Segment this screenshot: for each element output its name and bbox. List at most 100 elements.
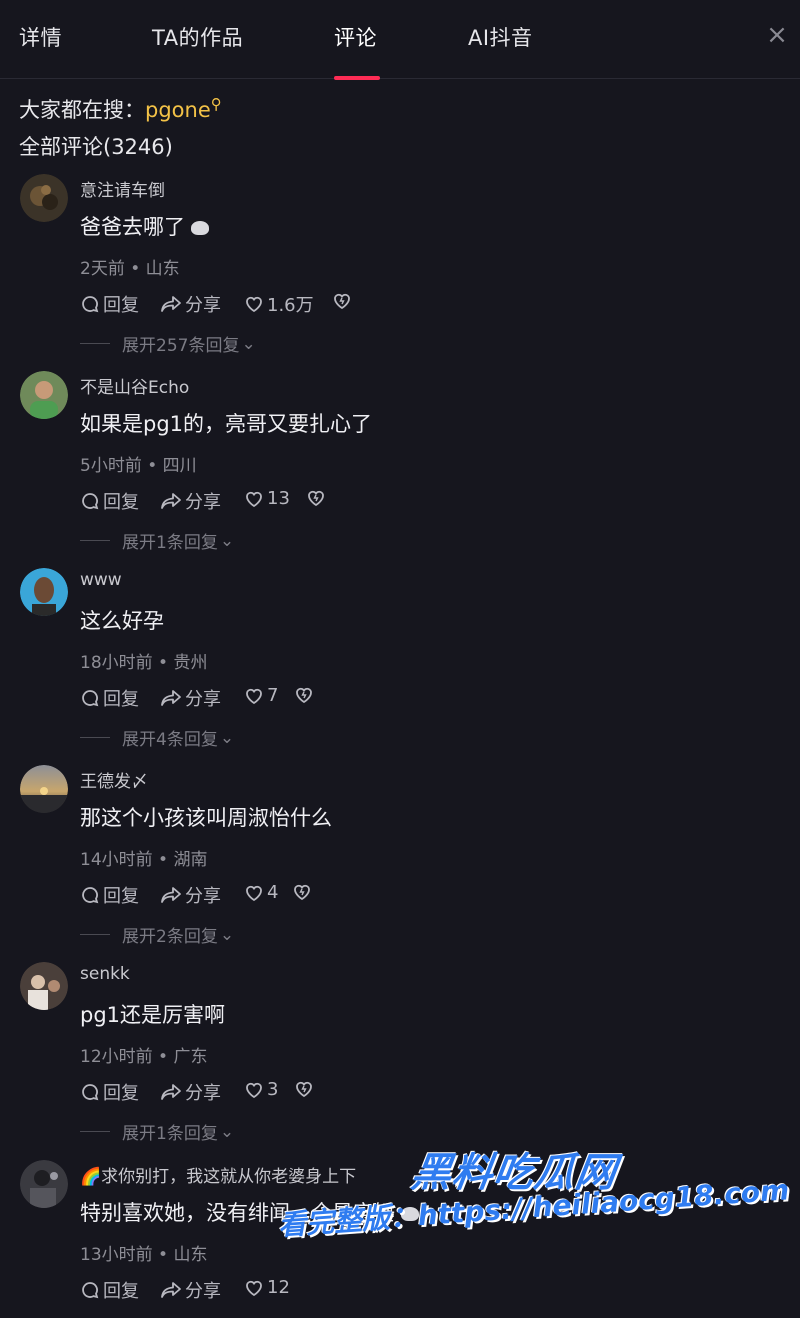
expand-replies[interactable]: 展开1条回复 ⌄ xyxy=(80,528,234,553)
dislike-button[interactable] xyxy=(292,882,315,902)
expand-replies[interactable]: 展开257条回复 ⌄ xyxy=(80,331,256,356)
like-button[interactable]: 13 xyxy=(244,488,290,509)
comment-meta: 13小时前 • 山东 xyxy=(80,1245,208,1265)
divider xyxy=(80,934,110,935)
share-arrow-icon xyxy=(161,690,181,706)
like-button[interactable]: 3 xyxy=(244,1079,278,1100)
comment-meta: 12小时前 • 广东 xyxy=(80,1047,208,1067)
divider xyxy=(80,343,110,344)
comment-item: 王德发〆 那这个小孩该叫周淑怡什么 14小时前 • 湖南 回复 分享 4 展开2… xyxy=(0,765,800,962)
comment-text: 那这个小孩该叫周淑怡什么 xyxy=(80,806,332,830)
avatar[interactable] xyxy=(20,1160,68,1208)
comment-item: www 这么好孕 18小时前 • 贵州 回复 分享 7 展开4条回复 ⌄ xyxy=(0,568,800,765)
avatar[interactable] xyxy=(20,568,68,616)
like-button[interactable]: 4 xyxy=(244,882,278,903)
share-button[interactable]: 分享 xyxy=(160,882,221,908)
avatar[interactable] xyxy=(20,765,68,813)
dislike-button[interactable] xyxy=(294,685,317,705)
share-arrow-icon xyxy=(161,1084,181,1100)
expand-replies[interactable]: 展开2条回复 ⌄ xyxy=(80,922,234,947)
share-button[interactable]: 分享 xyxy=(160,1079,221,1105)
expand-replies-label: 展开257条回复 xyxy=(122,336,240,356)
comment-bubble-icon xyxy=(82,1084,99,1101)
share-arrow-icon xyxy=(161,493,181,509)
share-button[interactable]: 分享 xyxy=(160,1277,221,1303)
expand-replies[interactable]: 展开4条回复 ⌄ xyxy=(80,725,234,750)
active-tab-indicator xyxy=(334,76,380,80)
search-suggestion-keyword[interactable]: pgone xyxy=(145,98,211,122)
comment-bubble-icon xyxy=(82,1282,99,1299)
comment-text: 爸爸去哪了 xyxy=(80,211,209,241)
dislike-button[interactable] xyxy=(306,488,329,508)
broken-heart-icon xyxy=(294,884,310,901)
reply-button[interactable]: 回复 xyxy=(80,488,139,514)
reply-button[interactable]: 回复 xyxy=(80,291,139,317)
reply-label: 回复 xyxy=(103,886,139,907)
expand-replies-label: 展开1条回复 xyxy=(122,1124,218,1144)
heart-icon xyxy=(246,1280,262,1296)
avatar[interactable] xyxy=(20,962,68,1010)
share-label: 分享 xyxy=(185,886,221,907)
comment-item: 不是山谷Echo 如果是pg1的，亮哥又要扎心了 5小时前 • 四川 回复 分享… xyxy=(0,371,800,568)
close-icon[interactable]: × xyxy=(764,22,790,48)
broken-heart-icon xyxy=(296,1081,312,1098)
comment-text: 如果是pg1的，亮哥又要扎心了 xyxy=(80,412,373,436)
comment-bubble-icon xyxy=(82,493,99,510)
reply-button[interactable]: 回复 xyxy=(80,882,139,908)
like-count: 13 xyxy=(267,488,290,509)
share-button[interactable]: 分享 xyxy=(160,488,221,514)
comment-meta: 5小时前 • 四川 xyxy=(80,456,197,476)
like-count: 7 xyxy=(267,685,279,706)
reply-label: 回复 xyxy=(103,1083,139,1104)
like-button[interactable]: 1.6万 xyxy=(244,291,314,317)
chevron-down-icon: ⌄ xyxy=(241,333,256,354)
comment-item: senkk pg1还是厉害啊 12小时前 • 广东 回复 分享 3 展开1条回复… xyxy=(0,962,800,1159)
like-button[interactable]: 7 xyxy=(244,685,278,706)
share-button[interactable]: 分享 xyxy=(160,291,221,317)
heart-icon xyxy=(246,296,262,313)
search-suggestion[interactable]: 大家都在搜：pgone⚲ xyxy=(19,94,222,124)
like-count: 1.6万 xyxy=(267,295,314,316)
chevron-down-icon: ⌄ xyxy=(219,1121,235,1142)
share-button[interactable]: 分享 xyxy=(160,685,221,711)
divider xyxy=(80,1131,110,1132)
dislike-button[interactable] xyxy=(332,291,355,311)
reply-button[interactable]: 回复 xyxy=(80,1277,139,1303)
comment-text-content: 爸爸去哪了 xyxy=(80,215,185,239)
share-arrow-icon xyxy=(161,296,181,312)
like-count: 3 xyxy=(267,1079,279,1100)
comment-meta: 18小时前 • 贵州 xyxy=(80,653,208,673)
tab-ai-douyin[interactable]: AI抖音 xyxy=(468,22,533,52)
search-suggestion-prefix: 大家都在搜： xyxy=(19,98,145,122)
comment-username[interactable]: 不是山谷Echo xyxy=(80,373,189,398)
search-icon[interactable]: ⚲ xyxy=(211,95,222,113)
like-button[interactable]: 12 xyxy=(244,1277,290,1298)
comment-bubble-icon xyxy=(82,296,99,313)
reply-button[interactable]: 回复 xyxy=(80,685,139,711)
comment-username[interactable]: senkk xyxy=(80,964,130,984)
chevron-down-icon: ⌄ xyxy=(219,727,235,748)
comment-username[interactable]: 意注请车倒 xyxy=(80,176,165,201)
comment-bubble-icon xyxy=(82,887,99,904)
tab-details[interactable]: 详情 xyxy=(19,22,62,52)
avatar[interactable] xyxy=(20,371,68,419)
avatar[interactable] xyxy=(20,174,68,222)
expand-replies[interactable]: 展开1条回复 ⌄ xyxy=(80,1119,234,1144)
tab-works[interactable]: TA的作品 xyxy=(152,22,243,52)
divider xyxy=(80,540,110,541)
comment-username[interactable]: www xyxy=(80,570,122,590)
divider xyxy=(80,737,110,738)
tab-bar: 详情 TA的作品 评论 AI抖音 × xyxy=(0,0,800,80)
heart-icon xyxy=(246,688,262,704)
comment-username[interactable]: 王德发〆 xyxy=(80,767,148,792)
dislike-button[interactable] xyxy=(294,1079,317,1099)
share-label: 分享 xyxy=(185,492,221,513)
comment-bubble-icon xyxy=(82,690,99,707)
like-count: 12 xyxy=(267,1277,290,1298)
comment-count: 全部评论(3246) xyxy=(19,135,173,159)
share-label: 分享 xyxy=(185,1083,221,1104)
reply-button[interactable]: 回复 xyxy=(80,1079,139,1105)
tab-comments[interactable]: 评论 xyxy=(334,22,377,52)
heart-icon xyxy=(246,885,262,901)
comment-username[interactable]: 🌈求你别打，我这就从你老婆身上下 xyxy=(80,1162,356,1187)
